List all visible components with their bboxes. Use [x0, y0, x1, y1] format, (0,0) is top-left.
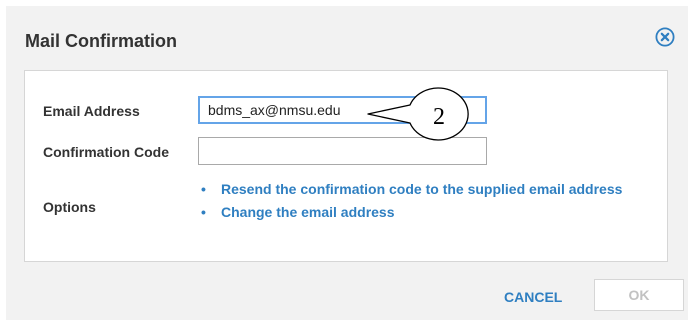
callout-number: 2	[433, 104, 445, 130]
cancel-button[interactable]: CANCEL	[504, 289, 562, 305]
confirmation-code-label: Confirmation Code	[43, 144, 169, 160]
resend-code-link[interactable]: Resend the confirmation code to the supp…	[221, 181, 622, 197]
email-address-label: Email Address	[43, 103, 140, 119]
ok-button[interactable]: OK	[594, 279, 684, 311]
dialog-title: Mail Confirmation	[25, 31, 177, 51]
bullet-icon: •	[201, 204, 206, 220]
form-panel: Email Address Confirmation Code Options …	[24, 70, 668, 262]
change-email-link[interactable]: Change the email address	[221, 204, 395, 220]
options-label: Options	[43, 199, 96, 215]
mail-confirmation-dialog: Mail Confirmation Email Address Confirma…	[6, 6, 688, 320]
callout-bubble-icon	[367, 87, 469, 141]
close-icon[interactable]	[655, 27, 675, 47]
bullet-icon: •	[201, 181, 206, 197]
